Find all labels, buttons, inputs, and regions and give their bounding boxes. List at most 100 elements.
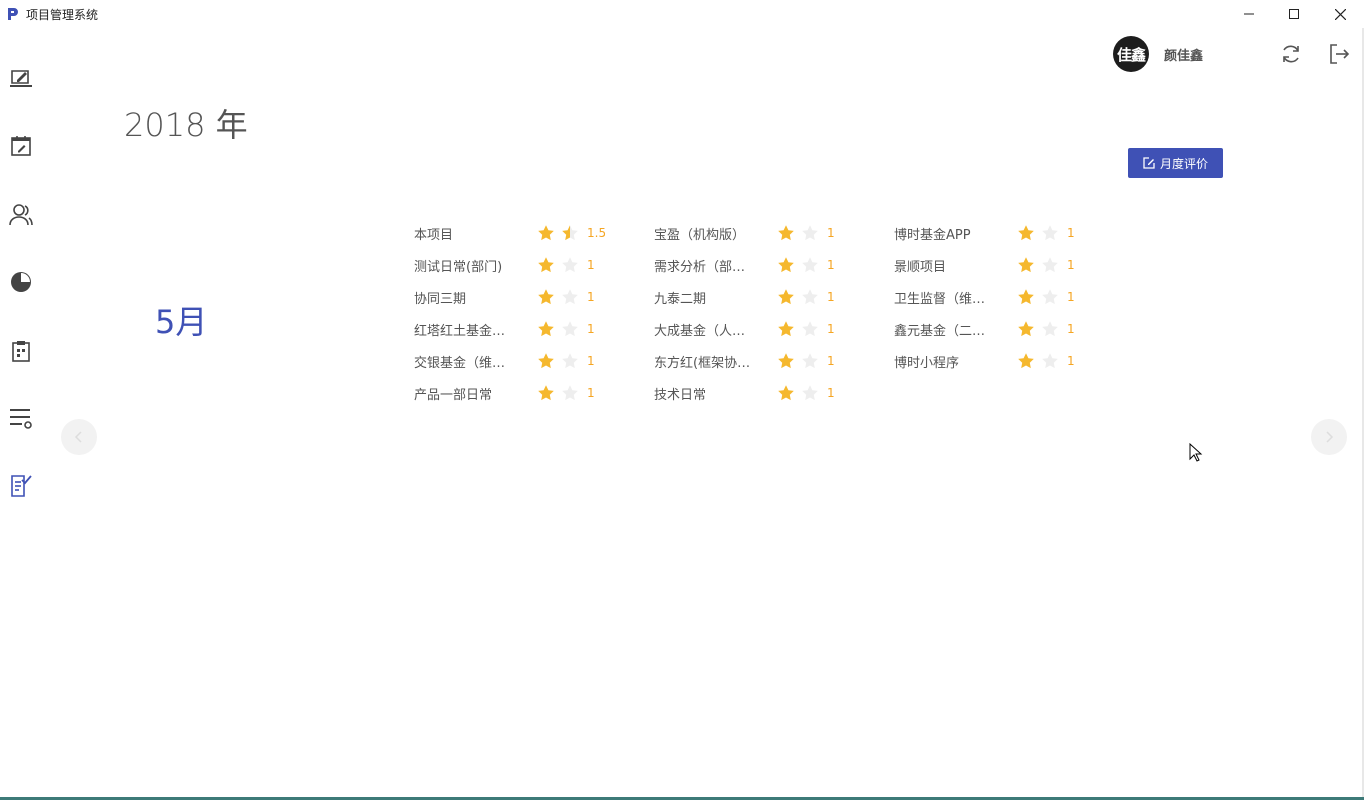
close-button[interactable] (1317, 0, 1363, 28)
minimize-icon (1244, 13, 1254, 15)
project-name: 博时小程序 (894, 355, 960, 371)
rating-score: 1 (587, 258, 595, 272)
project-name: 测试日常(部门) (414, 259, 503, 275)
star-rating[interactable] (777, 288, 825, 306)
star-icon[interactable] (1017, 224, 1035, 242)
star-rating[interactable] (537, 288, 585, 306)
project-rating-item: 九泰二期 1 (654, 284, 884, 310)
star-icon[interactable] (561, 256, 579, 274)
sidebar-item-statistics[interactable] (7, 268, 35, 296)
star-rating[interactable] (777, 320, 825, 338)
star-icon[interactable] (537, 224, 555, 242)
star-icon[interactable] (537, 384, 555, 402)
star-rating[interactable] (537, 224, 585, 242)
monthly-evaluation-button[interactable]: 月度评价 (1128, 148, 1223, 178)
edit-board-icon (10, 70, 32, 87)
project-rating-item: 产品一部日常 1 (414, 380, 644, 406)
star-rating[interactable] (1017, 256, 1065, 274)
project-rating-item: 测试日常(部门) 1 (414, 252, 644, 278)
star-rating[interactable] (1017, 320, 1065, 338)
star-icon[interactable] (801, 224, 819, 242)
project-rating-item: 卫生监督（维… 1 (894, 284, 1124, 310)
star-icon[interactable] (801, 384, 819, 402)
star-rating[interactable] (537, 352, 585, 370)
star-icon[interactable] (777, 384, 795, 402)
checklist-icon (11, 475, 32, 497)
star-icon[interactable] (561, 352, 579, 370)
project-name: 协同三期 (414, 291, 467, 307)
sidebar-item-tasks[interactable] (7, 337, 35, 365)
year-heading: 2018 年 (124, 106, 248, 144)
rating-score: 1 (827, 354, 835, 368)
project-rating-item: 东方红(框架协… 1 (654, 348, 884, 374)
star-rating[interactable] (1017, 288, 1065, 306)
project-rating-item: 技术日常 1 (654, 380, 884, 406)
star-icon[interactable] (777, 352, 795, 370)
star-rating[interactable] (537, 256, 585, 274)
sidebar-item-settings[interactable] (7, 404, 35, 432)
star-icon[interactable] (1041, 288, 1059, 306)
rating-score: 1 (1067, 226, 1075, 240)
star-rating[interactable] (777, 384, 825, 402)
project-rating-item: 鑫元基金（二… 1 (894, 316, 1124, 342)
rating-score: 1 (827, 290, 835, 304)
project-rating-item: 大成基金（人… 1 (654, 316, 884, 342)
star-rating[interactable] (1017, 224, 1065, 242)
star-icon[interactable] (1017, 256, 1035, 274)
star-rating[interactable] (1017, 352, 1065, 370)
logout-icon (1330, 44, 1350, 64)
maximize-icon (1289, 9, 1299, 19)
star-icon[interactable] (561, 384, 579, 402)
rating-score: 1 (587, 322, 595, 336)
month-label: 5月 (155, 303, 208, 341)
star-icon[interactable] (1041, 320, 1059, 338)
star-rating[interactable] (537, 384, 585, 402)
refresh-button[interactable] (1279, 42, 1303, 66)
project-name: 大成基金（人… (654, 323, 746, 339)
star-icon[interactable] (777, 224, 795, 242)
star-icon[interactable] (561, 320, 579, 338)
project-name: 博时基金APP (894, 227, 971, 243)
minimize-button[interactable] (1226, 0, 1272, 28)
star-icon[interactable] (537, 320, 555, 338)
sidebar-item-schedule[interactable] (7, 132, 35, 160)
previous-month-button[interactable] (61, 419, 97, 455)
star-icon[interactable] (537, 352, 555, 370)
star-icon[interactable] (561, 288, 579, 306)
project-name: 东方红(框架协… (654, 355, 751, 371)
clipboard-icon (12, 341, 30, 362)
avatar[interactable]: 佳鑫 (1113, 36, 1149, 72)
sidebar-item-evaluation[interactable] (7, 472, 35, 500)
project-rating-item: 交银基金（维… 1 (414, 348, 644, 374)
star-rating[interactable] (777, 256, 825, 274)
star-icon[interactable] (537, 288, 555, 306)
next-month-button[interactable] (1311, 419, 1347, 455)
star-icon[interactable] (1017, 320, 1035, 338)
star-icon[interactable] (1041, 224, 1059, 242)
rating-score: 1 (1067, 354, 1075, 368)
star-icon[interactable] (537, 256, 555, 274)
star-rating[interactable] (777, 352, 825, 370)
star-icon[interactable] (801, 256, 819, 274)
star-icon[interactable] (801, 320, 819, 338)
star-rating[interactable] (537, 320, 585, 338)
project-rating-item: 本项目 1.5 (414, 220, 644, 246)
star-icon[interactable] (801, 288, 819, 306)
star-icon[interactable] (1041, 352, 1059, 370)
star-icon[interactable] (777, 256, 795, 274)
sidebar-item-dashboard[interactable] (7, 64, 35, 92)
rating-score: 1 (827, 258, 835, 272)
star-icon[interactable] (777, 288, 795, 306)
rating-score: 1 (827, 386, 835, 400)
project-name: 红塔红土基金… (414, 323, 506, 339)
star-rating[interactable] (777, 224, 825, 242)
star-icon[interactable] (561, 224, 579, 242)
star-icon[interactable] (777, 320, 795, 338)
star-icon[interactable] (1041, 256, 1059, 274)
sidebar-item-members[interactable] (7, 201, 35, 229)
logout-button[interactable] (1327, 42, 1351, 66)
star-icon[interactable] (1017, 288, 1035, 306)
star-icon[interactable] (1017, 352, 1035, 370)
star-icon[interactable] (801, 352, 819, 370)
maximize-button[interactable] (1271, 0, 1317, 28)
